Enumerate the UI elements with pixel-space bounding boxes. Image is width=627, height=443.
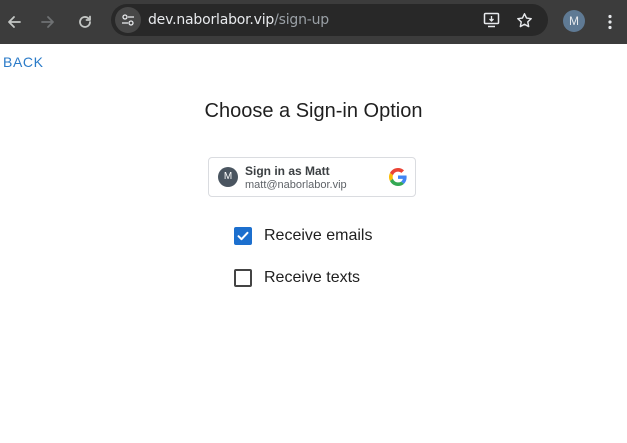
url-path: /sign-up bbox=[274, 12, 329, 28]
google-account-name: Sign in as Matt bbox=[245, 164, 330, 178]
page-title: Choose a Sign-in Option bbox=[204, 100, 423, 122]
google-account-email: matt@naborlabor.vip bbox=[245, 179, 347, 191]
kebab-menu-icon[interactable] bbox=[596, 8, 624, 36]
google-logo-icon bbox=[389, 168, 407, 186]
install-app-icon[interactable] bbox=[482, 10, 502, 30]
browser-toolbar: dev.naborlabor.vip/sign-up M bbox=[0, 0, 627, 44]
bookmark-star-icon[interactable] bbox=[514, 10, 534, 30]
back-link[interactable]: BACK bbox=[3, 54, 44, 70]
receive-texts-checkbox[interactable] bbox=[234, 269, 252, 287]
checkmark-icon bbox=[237, 231, 249, 241]
profile-avatar[interactable]: M bbox=[563, 10, 585, 32]
receive-texts-option[interactable]: Receive texts bbox=[234, 268, 360, 288]
receive-emails-label: Receive emails bbox=[264, 227, 373, 244]
site-info-icon[interactable] bbox=[115, 7, 141, 33]
google-sign-in-button[interactable]: M Sign in as Matt matt@naborlabor.vip bbox=[208, 157, 416, 197]
url-host: dev.naborlabor.vip bbox=[148, 12, 275, 28]
url-text[interactable]: dev.naborlabor.vip/sign-up bbox=[148, 12, 329, 28]
receive-emails-option[interactable]: Receive emails bbox=[234, 226, 372, 246]
receive-emails-checkbox[interactable] bbox=[234, 227, 252, 245]
address-bar[interactable]: dev.naborlabor.vip/sign-up bbox=[111, 4, 548, 36]
reload-icon[interactable] bbox=[71, 8, 99, 36]
back-arrow-icon[interactable] bbox=[0, 8, 28, 36]
forward-arrow-icon[interactable] bbox=[34, 8, 62, 36]
avatar: M bbox=[218, 167, 238, 187]
receive-texts-label: Receive texts bbox=[264, 269, 361, 286]
